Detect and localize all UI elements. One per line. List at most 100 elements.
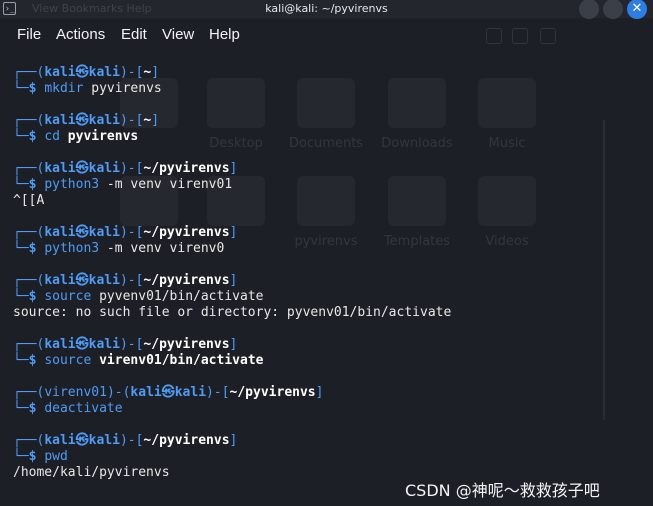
command-args: pyvirenvs: [83, 81, 162, 96]
prompt-corner: ┌──: [13, 433, 37, 448]
prompt-corner: └─: [13, 289, 29, 304]
prompt-corner: └─: [13, 401, 29, 416]
prompt-path: ~/pyvirenvs: [143, 161, 230, 176]
prompt-header: ┌──(kali㉿kali)-[~/pyvirenvs]: [13, 161, 643, 177]
command-line: └─$ python3 -m venv virenv01: [13, 177, 643, 193]
prompt-paren: ): [119, 113, 128, 128]
prompt-dollar: $: [28, 289, 37, 304]
watermark: CSDN @神呢～救救孩子吧: [405, 481, 600, 500]
prompt-dollar: $: [28, 129, 37, 144]
command-output: ^[[A: [13, 193, 45, 208]
close-icon: ✕: [631, 1, 643, 16]
prompt-bracket: ]: [229, 433, 238, 448]
prompt-corner: ┌──: [13, 225, 37, 240]
prompt-dash: -: [127, 225, 136, 240]
prompt-header: ┌──(kali㉿kali)-[~/pyvirenvs]: [13, 273, 643, 289]
prompt-dash: -: [127, 161, 136, 176]
menu-file[interactable]: File: [17, 26, 41, 43]
prompt-paren: ): [119, 161, 128, 176]
prompt-dash: -: [213, 385, 222, 400]
maximize-button[interactable]: [603, 0, 623, 19]
prompt-paren: ): [119, 225, 128, 240]
menu-edit[interactable]: Edit: [121, 26, 147, 43]
command-name: pwd: [44, 449, 68, 464]
prompt-user-host: kali㉿kali: [44, 273, 120, 288]
command-name: python3: [44, 241, 100, 256]
terminal-output[interactable]: ┌──(kali㉿kali)-[~] └─$ mkdir pyvirenvs ┌──…: [13, 65, 643, 481]
prompt-paren: ): [206, 385, 214, 400]
prompt-paren: ): [119, 65, 128, 80]
command-line: └─$ source virenv01/bin/activate: [13, 353, 643, 369]
command-output: source: no such file or directory: pyven…: [13, 305, 452, 320]
prompt-bracket: [: [221, 385, 230, 400]
prompt-corner: ┌──: [13, 65, 37, 80]
prompt-corner: └─: [13, 177, 29, 192]
prompt-corner: └─: [13, 449, 29, 464]
menu-bar: File Actions Edit View Help: [0, 22, 653, 48]
window-icon: [512, 28, 528, 44]
prompt-user-host: kali㉿kali: [44, 337, 120, 352]
prompt-dollar: $: [28, 449, 37, 464]
prompt-dash: -: [127, 273, 136, 288]
prompt-user-host: kali㉿kali: [44, 161, 120, 176]
prompt-dollar: $: [28, 353, 37, 368]
minimize-button[interactable]: [579, 0, 599, 19]
prompt-paren: ): [119, 337, 128, 352]
prompt-dash: -: [127, 113, 136, 128]
prompt-dollar: $: [28, 81, 37, 96]
prompt-dash: -: [114, 385, 123, 400]
prompt-path: ~/pyvirenvs: [143, 225, 230, 240]
prompt-corner: └─: [13, 81, 29, 96]
pencil-icon: [486, 28, 502, 44]
prompt-bracket: ]: [229, 273, 238, 288]
prompt-bracket: ]: [151, 65, 160, 80]
prompt-header: ┌──(kali㉿kali)-[~]: [13, 65, 643, 81]
command-line: └─$ python3 -m venv virenv0: [13, 241, 643, 257]
prompt-corner: └─: [13, 353, 29, 368]
prompt-user-host: kali㉿kali: [130, 385, 207, 400]
menu-view[interactable]: View: [162, 26, 194, 43]
command-line: └─$ pwd: [13, 449, 643, 465]
prompt-header: ┌──(kali㉿kali)-[~/pyvirenvs]: [13, 337, 643, 353]
prompt-path: ~/pyvirenvs: [143, 433, 230, 448]
prompt-dollar: $: [28, 401, 37, 416]
prompt-bracket: ]: [315, 385, 324, 400]
prompt-user-host: kali㉿kali: [44, 113, 120, 128]
prompt-bracket: ]: [229, 161, 238, 176]
prompt-corner: ┌──: [13, 273, 37, 288]
command-name: mkdir: [44, 81, 84, 96]
prompt-user-host: kali㉿kali: [44, 225, 120, 240]
prompt-user-host: kali㉿kali: [44, 433, 120, 448]
prompt-corner: └─: [13, 241, 29, 256]
command-args: virenv01/bin/activate: [91, 353, 264, 368]
prompt-user-host: kali㉿kali: [44, 65, 120, 80]
prompt-venv: virenv01: [44, 385, 107, 400]
close-button[interactable]: ✕: [627, 0, 647, 19]
prompt-bracket: ]: [229, 225, 238, 240]
command-line: └─$ cd pyvirenvs: [13, 129, 643, 145]
command-args: -m venv virenv01: [99, 177, 233, 192]
title-bar: ›_ View Bookmarks Help kali@kali: ~/pyvi…: [0, 0, 653, 19]
menu-help[interactable]: Help: [209, 26, 240, 43]
command-name: cd: [44, 129, 60, 144]
prompt-paren: ): [119, 433, 128, 448]
command-name: deactivate: [44, 401, 123, 416]
prompt-path: ~/pyvirenvs: [143, 273, 230, 288]
menu-actions[interactable]: Actions: [56, 26, 105, 43]
window-title: kali@kali: ~/pyvirenvs: [265, 2, 388, 15]
prompt-corner: ┌──: [13, 113, 37, 128]
prompt-bracket: ]: [151, 113, 160, 128]
prompt-paren: ): [106, 385, 115, 400]
search-icon: [540, 28, 556, 44]
prompt-path: ~/pyvirenvs: [229, 385, 316, 400]
prompt-bracket: ]: [229, 337, 238, 352]
prompt-header: ┌──(kali㉿kali)-[~/pyvirenvs]: [13, 225, 643, 241]
prompt-path: ~/pyvirenvs: [143, 337, 230, 352]
prompt-header: ┌──(kali㉿kali)-[~]: [13, 113, 643, 129]
